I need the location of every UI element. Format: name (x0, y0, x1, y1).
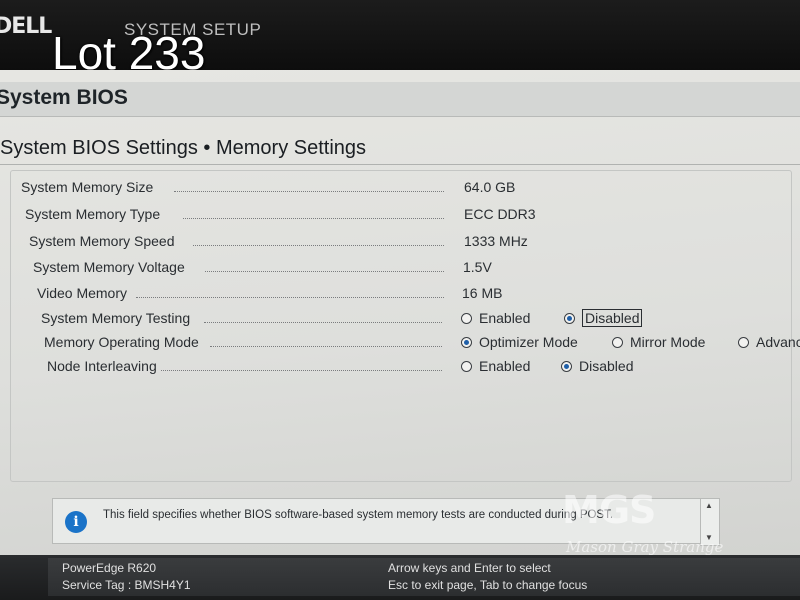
memory-testing-disabled-radio[interactable]: Disabled (564, 309, 643, 327)
advanced-mode-radio[interactable]: Advanc (738, 334, 800, 350)
leader-dots (161, 370, 442, 371)
top-header-bar: DELL SYSTEM SETUP Lot 233 (0, 0, 800, 76)
model-name: PowerEdge R620 (62, 561, 157, 575)
scroll-up-arrow-icon[interactable]: ▲ (705, 501, 713, 510)
mirror-mode-radio[interactable]: Mirror Mode (612, 334, 705, 350)
setting-row-memory-type: System Memory Type ECC DDR3 (11, 206, 791, 228)
radio-label: Disabled (582, 309, 643, 327)
optimizer-mode-radio[interactable]: Optimizer Mode (461, 334, 578, 350)
navigation-hint: Arrow keys and Enter to select (388, 561, 551, 575)
setting-label: System Memory Size (21, 179, 154, 195)
setting-row-memory-voltage: System Memory Voltage 1.5V (11, 259, 791, 281)
setting-label: System Memory Voltage (33, 259, 185, 275)
footer-panel: PowerEdge R620 Service Tag : BMSH4Y1 Arr… (48, 558, 800, 596)
setting-row-memory-size: System Memory Size 64.0 GB (11, 179, 791, 201)
setting-row-operating-mode: Memory Operating Mode Optimizer Mode Mir… (11, 334, 800, 356)
leader-dots (183, 218, 444, 219)
section-title: System BIOS Settings • Memory Settings (0, 137, 367, 159)
setting-value: 16 MB (462, 285, 503, 301)
setting-label: Node Interleaving (47, 358, 157, 374)
radio-label: Mirror Mode (630, 334, 706, 350)
node-interleaving-enabled-radio[interactable]: Enabled (461, 358, 530, 374)
node-interleaving-disabled-radio[interactable]: Disabled (561, 358, 633, 374)
radio-selected-icon (561, 361, 572, 372)
footer-bar: PowerEdge R620 Service Tag : BMSH4Y1 Arr… (0, 555, 800, 600)
radio-unselected-icon (612, 337, 623, 348)
radio-unselected-icon (461, 361, 472, 372)
help-text: This field specifies whether BIOS softwa… (103, 509, 614, 521)
dell-logo: DELL (0, 14, 52, 39)
info-icon: i (65, 511, 87, 533)
radio-label: Disabled (579, 358, 634, 374)
setting-label: Memory Operating Mode (44, 334, 199, 350)
radio-selected-icon (461, 337, 472, 348)
page-header: System BIOS (0, 82, 800, 117)
setting-label: Video Memory (37, 285, 128, 301)
page-title: System BIOS (0, 86, 128, 109)
setting-label: System Memory Speed (29, 233, 175, 249)
radio-selected-icon (564, 313, 575, 324)
setting-label: System Memory Type (25, 206, 161, 222)
radio-unselected-icon (461, 313, 472, 324)
radio-unselected-icon (738, 337, 749, 348)
radio-label: Enabled (479, 358, 531, 374)
radio-label: Advanc (756, 334, 800, 350)
settings-panel: System Memory Size 64.0 GB System Memory… (10, 170, 800, 482)
leader-dots (205, 271, 444, 272)
radio-label: Optimizer Mode (479, 334, 578, 350)
leader-dots (174, 191, 444, 192)
exit-hint: Esc to exit page, Tab to change focus (388, 578, 588, 592)
setting-row-node-interleaving: Node Interleaving Enabled Disabled (11, 358, 791, 380)
service-tag: Service Tag : BMSH4Y1 (62, 578, 191, 592)
watermark-text: Mason Gray Strange (566, 538, 724, 556)
setting-row-memory-speed: System Memory Speed 1333 MHz (11, 233, 791, 255)
bios-screen: System BIOS System BIOS Settings • Memor… (0, 70, 800, 556)
setting-value: 1333 MHz (464, 233, 528, 249)
leader-dots (204, 322, 442, 323)
leader-dots (193, 245, 444, 246)
leader-dots (136, 297, 444, 298)
setting-value: ECC DDR3 (464, 206, 536, 222)
setting-value: 1.5V (463, 259, 492, 275)
setting-label: System Memory Testing (41, 310, 191, 326)
setting-row-memory-testing: System Memory Testing Enabled Disabled (11, 309, 791, 332)
leader-dots (210, 346, 442, 347)
setting-value: 64.0 GB (464, 179, 516, 195)
setting-row-video-memory: Video Memory 16 MB (11, 285, 791, 307)
radio-label: Enabled (479, 310, 531, 326)
section-divider (0, 164, 800, 165)
watermark-logo: MGS (562, 488, 656, 532)
memory-testing-enabled-radio[interactable]: Enabled (461, 310, 530, 326)
